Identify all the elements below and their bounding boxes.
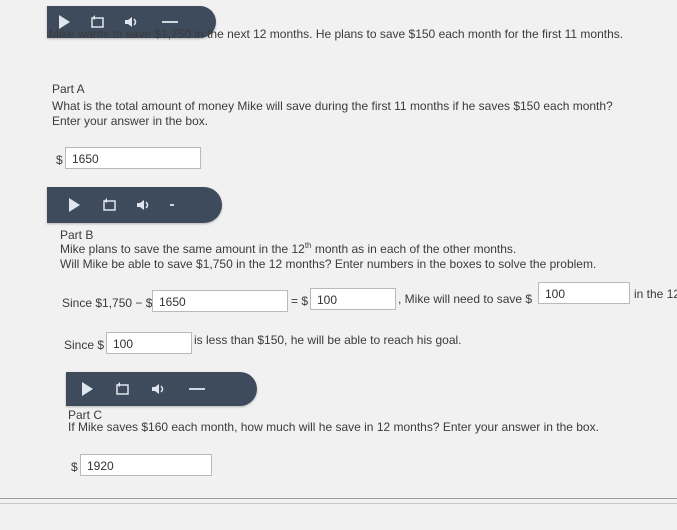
part-b-line2: Will Mike be able to save $1,750 in the …: [60, 257, 597, 271]
replay-icon[interactable]: [115, 382, 131, 396]
part-b-box2-input[interactable]: 100: [310, 288, 396, 310]
minimize-icon[interactable]: [189, 388, 205, 390]
divider: [0, 503, 677, 504]
volume-icon[interactable]: [136, 198, 152, 212]
part-b-row1-since: Since $1,750 − $: [62, 296, 153, 310]
part-c-currency: $: [71, 460, 78, 474]
part-b-row2-tail: is less than $150, he will be able to re…: [194, 333, 462, 347]
part-b-row1-mid: , Mike will need to save $: [398, 292, 533, 306]
part-b-box3-input[interactable]: 100: [538, 282, 630, 304]
part-b-box1-input[interactable]: 1650: [152, 290, 288, 312]
part-b-label: Part B: [60, 228, 94, 242]
volume-icon[interactable]: [151, 382, 167, 396]
part-a-label: Part A: [52, 82, 85, 96]
play-icon[interactable]: [82, 382, 93, 396]
part-c-question: If Mike saves $160 each month, how much …: [68, 420, 599, 434]
part-a-question: What is the total amount of money Mike w…: [52, 99, 613, 113]
divider: [0, 498, 677, 499]
audio-toolbar-3: [66, 372, 257, 406]
replay-icon[interactable]: [102, 198, 118, 212]
part-b-row1-tail: in the 12: [634, 287, 677, 301]
intro-text: Mike wants to save $1,750 in the next 12…: [49, 27, 624, 41]
part-b-row2-since: Since $: [64, 338, 105, 352]
part-c-answer-input[interactable]: 1920: [80, 454, 212, 476]
part-b-line1-pre: Mike plans to save the same amount in th…: [60, 242, 305, 256]
minimize-icon[interactable]: [170, 204, 174, 206]
part-a-currency: $: [56, 153, 63, 167]
audio-toolbar-2: [47, 187, 222, 223]
part-b-line1-post: month as in each of the other months.: [311, 242, 517, 256]
part-b-line1: Mike plans to save the same amount in th…: [60, 241, 516, 256]
play-icon[interactable]: [69, 198, 80, 212]
minimize-icon[interactable]: [162, 21, 178, 23]
part-b-row1-equals: = $: [291, 294, 309, 308]
part-a-instruction: Enter your answer in the box.: [52, 114, 209, 128]
part-a-answer-input[interactable]: 1650: [65, 147, 201, 169]
part-b-row2-input[interactable]: 100: [106, 332, 192, 354]
